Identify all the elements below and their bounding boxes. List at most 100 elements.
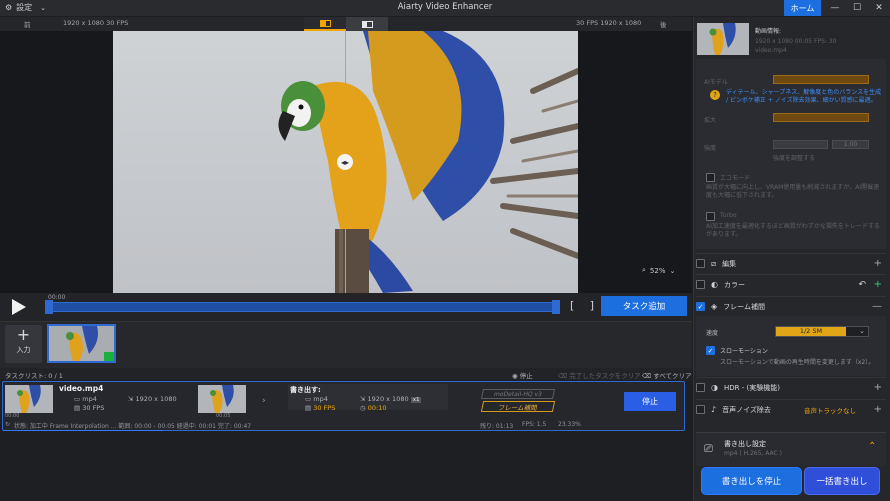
close-icon[interactable]: ✕ [868, 0, 890, 16]
speed-select[interactable]: 1/2 SM ⌄ [775, 326, 869, 337]
stop-export-button[interactable]: 書き出しを停止 [701, 467, 802, 495]
plus-icon[interactable]: + [874, 258, 882, 269]
noise-value: 音声トラックなし [804, 406, 856, 415]
strength-note: 強度を調整する [773, 155, 816, 162]
minus-icon[interactable]: — [872, 301, 882, 312]
batch-export-button[interactable]: 一括書き出し [804, 467, 880, 495]
frame-interp-tag: フレーム補間 [480, 401, 556, 412]
timeline-track[interactable] [47, 302, 559, 312]
after-label: 後 [660, 21, 667, 29]
section-noise[interactable]: ♪ 音声ノイズ除去 音声トラックなし + [696, 399, 886, 419]
palette-icon: ◐ [711, 280, 718, 289]
spinner-icon: ↻ [5, 421, 11, 428]
film-icon: ▤ [305, 404, 312, 412]
split-view-button[interactable] [304, 17, 346, 31]
frame-checkbox[interactable]: ✓ [696, 302, 705, 311]
settings-menu[interactable]: ⚙ 設定 ⌄ [5, 2, 46, 13]
split-handle-icon[interactable]: ◂▸ [337, 154, 353, 170]
chevron-down-icon: ⌄ [859, 327, 865, 335]
input-button[interactable]: + 入力 [5, 325, 42, 363]
strength-slider[interactable] [773, 140, 828, 149]
clock-icon: ◷ [360, 404, 366, 412]
task-src-time-end: 00:05 [216, 413, 231, 419]
tasklist-title: タスクリスト: 0 / 1 [5, 372, 63, 380]
task-status-text: 状態: 加工中 Frame Interpolation ... 範囲: 00:0… [14, 423, 252, 430]
chevron-up-icon[interactable]: ⌃ [868, 441, 876, 452]
video-info-line2: video.mp4 [755, 47, 787, 54]
speed-value: 1/2 SM [776, 327, 846, 336]
task-output-thumbnail [198, 385, 246, 413]
thumbnail-image [49, 326, 114, 361]
section-frame[interactable]: ✓ ◈ フレーム補間 — [696, 296, 886, 316]
resize-icon: ⇲ [128, 395, 134, 403]
slowmo-note: スローモーションで動画の再生時間を変更します（x2）。 [720, 359, 875, 366]
section-edit[interactable]: ⧄ 編集 + [696, 253, 886, 273]
plus-icon[interactable]: + [874, 382, 882, 393]
task-progress-fill [3, 430, 163, 431]
tasklist-stop[interactable]: ◉ 停止 [512, 370, 533, 380]
scale-label: 拡大 [704, 117, 717, 124]
task-src-time-start: 00:00 [5, 413, 20, 419]
gear-icon: ⚙ [5, 3, 13, 12]
help-icon[interactable]: ? [710, 90, 720, 100]
task-out-time: ◷ 00:10 [360, 404, 387, 412]
minimize-icon[interactable]: — [824, 0, 846, 16]
chevron-down-icon: ⌄ [669, 266, 676, 275]
strength-value[interactable]: 1.00 [832, 140, 869, 149]
ai-model-select[interactable] [773, 75, 869, 84]
ai-model-note: ディテール、シャープネス、解像度と色のバランスを生成 / ピンボケ補正 + ノイ… [726, 89, 882, 104]
eco-mode-checkbox[interactable] [706, 173, 715, 182]
hdr-checkbox[interactable] [696, 383, 705, 392]
trim-start-handle[interactable] [45, 300, 53, 314]
edit-checkbox[interactable] [696, 259, 705, 268]
noise-checkbox[interactable] [696, 405, 705, 414]
task-export-label: 書き出す: [290, 386, 321, 394]
section-hdr-label: HDR - (実験機能) [723, 383, 780, 392]
trim-end-handle[interactable] [552, 300, 560, 314]
hdr-icon: ◑ [711, 383, 718, 392]
add-task-button[interactable]: タスク追加 [601, 296, 687, 316]
task-source-thumbnail [5, 385, 53, 413]
frame-icon: ◈ [711, 302, 718, 311]
video-info-line1: 1920 x 1080 00:05 FPS: 30 [755, 38, 837, 45]
export-settings[interactable]: ⎚ 書き出し設定 mp4 ( H.265, AAC ) ⌃ [696, 432, 886, 466]
play-icon [12, 299, 26, 315]
stop-task-button[interactable]: 停止 [624, 392, 676, 411]
task-remaining: 残り: 01:13 [480, 423, 514, 430]
task-src-format: ▭ mp4 [74, 395, 97, 403]
section-noise-label: 音声ノイズ除去 [722, 405, 771, 414]
plus-icon: + [16, 325, 31, 344]
output-info: 30 FPS 1920 x 1080 [576, 19, 642, 27]
video-thumbnail[interactable] [47, 324, 116, 363]
slowmo-checkbox[interactable]: ✓ [706, 346, 715, 355]
turbo-checkbox[interactable] [706, 212, 715, 221]
undo-icon[interactable]: ↶ [858, 280, 866, 290]
slowmo-label: スローモーション [720, 348, 768, 355]
microphone-icon: ♪ [711, 405, 717, 414]
side-by-side-button[interactable] [346, 17, 388, 31]
model-tag: moDetail-HQ v3 [480, 389, 556, 399]
input-label: 入力 [16, 346, 31, 354]
plus-icon[interactable]: + [874, 279, 882, 290]
before-label: 前 [24, 21, 31, 29]
section-hdr[interactable]: ◑ HDR - (実験機能) + [696, 377, 886, 397]
color-checkbox[interactable] [696, 280, 705, 289]
trim-bracket-icon[interactable]: [ ] [570, 299, 600, 312]
zoom-control[interactable]: ⌕ 52% ⌄ [642, 266, 675, 275]
eco-mode-note: 画質が大幅に向上し、VRAM使用量も削減されますが、AI開催速度も大幅に低下され… [706, 184, 880, 199]
play-button[interactable] [8, 297, 28, 317]
section-edit-label: 編集 [722, 259, 737, 268]
film-icon: ▤ [74, 404, 81, 412]
maximize-icon[interactable]: ☐ [846, 0, 868, 16]
clear-all-button[interactable]: ⌫ すべてクリア [642, 370, 692, 380]
scale-select[interactable] [773, 113, 869, 122]
clear-done-button[interactable]: ⌫ 完了したタスクをクリア [558, 370, 641, 380]
home-button[interactable]: ホーム [784, 0, 821, 16]
section-color[interactable]: ◐ カラー ↶ + [696, 274, 886, 294]
speed-label: 速度 [706, 330, 719, 337]
plus-icon[interactable]: + [874, 404, 882, 415]
tasklist-header: タスクリスト: 0 / 1 ◉ 停止 ⌫ 完了したタスクをクリア ⌫ すべてクリ… [0, 368, 692, 380]
task-percent: 23.33% [558, 421, 581, 428]
video-info-thumbnail [697, 23, 749, 55]
file-icon: ▭ [74, 395, 81, 403]
